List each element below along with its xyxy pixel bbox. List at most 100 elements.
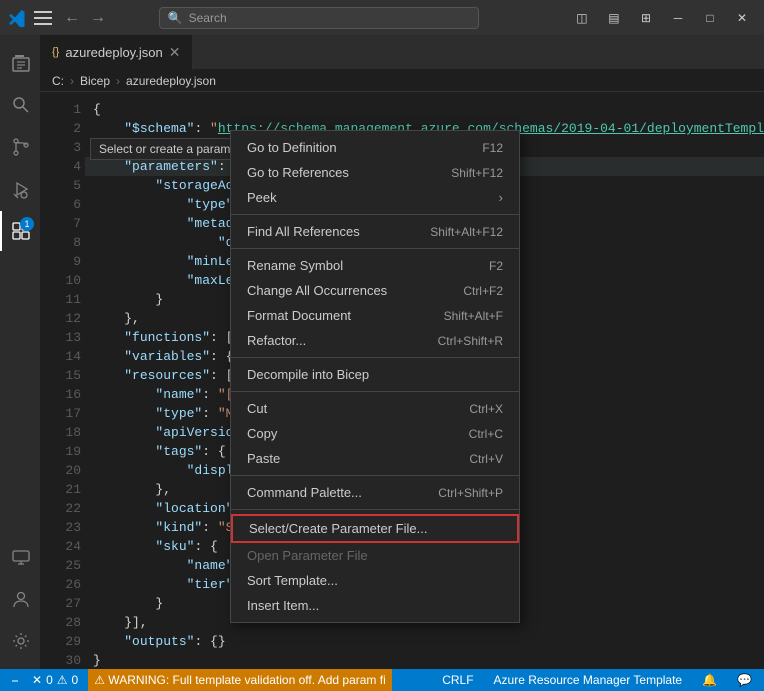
menu-divider-1 [231, 214, 519, 215]
menu-goto-definition[interactable]: Go to Definition F12 [231, 135, 519, 160]
sidebar-item-run-debug[interactable] [0, 169, 40, 209]
search-text: Search [189, 11, 227, 25]
breadcrumb-part-c[interactable]: C: [52, 74, 64, 88]
menu-label: Decompile into Bicep [247, 367, 369, 382]
sidebar-item-accounts[interactable] [0, 579, 40, 619]
menu-label: Command Palette... [247, 485, 362, 500]
menu-divider-5 [231, 475, 519, 476]
sidebar-item-extensions[interactable]: 1 [0, 211, 40, 251]
menu-shortcut: F12 [482, 141, 503, 155]
nav-arrows: ← → [60, 6, 110, 30]
status-bell[interactable]: 🔔 [698, 673, 721, 687]
code-line-1: { [85, 100, 764, 119]
menu-peek[interactable]: Peek › [231, 185, 519, 210]
tab-bar: {} azuredeploy.json ✕ ⋇ ··· [40, 35, 764, 70]
menu-label: Refactor... [247, 333, 306, 348]
menu-insert-item[interactable]: Insert Item... [231, 593, 519, 618]
sidebar-item-source-control[interactable] [0, 127, 40, 167]
menu-label: Sort Template... [247, 573, 338, 588]
menu-divider-4 [231, 391, 519, 392]
menu-select-create-param-file[interactable]: Select/Create Parameter File... [231, 514, 519, 543]
status-chat[interactable]: 💬 [733, 673, 756, 687]
submenu-arrow: › [499, 190, 503, 205]
menu-cut[interactable]: Cut Ctrl+X [231, 396, 519, 421]
sidebar-item-search[interactable] [0, 85, 40, 125]
context-menu: Go to Definition F12 Go to References Sh… [230, 130, 520, 623]
menu-label: Copy [247, 426, 277, 441]
layout-btn-2[interactable]: ▤ [600, 7, 628, 29]
search-icon: 🔍 [168, 11, 183, 25]
line-numbers: 12345 678910 1112131415 1617181920 21222… [40, 92, 85, 669]
status-line-ending[interactable]: CRLF [438, 673, 477, 687]
menu-shortcut: Shift+Alt+F12 [430, 225, 503, 239]
chat-icon: 💬 [737, 673, 752, 687]
menu-refactor[interactable]: Refactor... Ctrl+Shift+R [231, 328, 519, 353]
language-label: Azure Resource Manager Template [494, 673, 683, 687]
status-bar-right: CRLF Azure Resource Manager Template 🔔 💬 [438, 673, 756, 687]
back-button[interactable]: ← [60, 6, 84, 30]
error-icon: ✕ [32, 673, 42, 687]
status-errors[interactable]: ✕ 0 ⚠ 0 [28, 673, 82, 687]
menu-label: Rename Symbol [247, 258, 343, 273]
menu-divider-2 [231, 248, 519, 249]
menu-shortcut: Shift+F12 [451, 166, 503, 180]
menu-label: Open Parameter File [247, 548, 368, 563]
bell-icon: 🔔 [702, 673, 717, 687]
menu-shortcut: Ctrl+F2 [463, 284, 503, 298]
tab-azuredeploy[interactable]: {} azuredeploy.json ✕ [40, 35, 193, 70]
menu-label: Cut [247, 401, 267, 416]
error-count: 0 [46, 673, 53, 687]
menu-label: Format Document [247, 308, 351, 323]
menu-format-document[interactable]: Format Document Shift+Alt+F [231, 303, 519, 328]
menu-rename-symbol[interactable]: Rename Symbol F2 [231, 253, 519, 278]
tab-label: azuredeploy.json [65, 45, 162, 60]
menu-divider-3 [231, 357, 519, 358]
line-ending-label: CRLF [442, 673, 473, 687]
breadcrumb-part-file[interactable]: azuredeploy.json [126, 74, 216, 88]
menu-label: Go to Definition [247, 140, 337, 155]
status-language[interactable]: Azure Resource Manager Template [490, 673, 687, 687]
menu-command-palette[interactable]: Command Palette... Ctrl+Shift+P [231, 480, 519, 505]
status-branch[interactable]: ⎯ [8, 673, 22, 688]
menu-find-all-refs[interactable]: Find All References Shift+Alt+F12 [231, 219, 519, 244]
status-warning-text[interactable]: ⚠ WARNING: Full template validation off.… [88, 669, 392, 691]
forward-button[interactable]: → [86, 6, 110, 30]
menu-shortcut: Ctrl+X [469, 402, 503, 416]
menu-shortcut: F2 [489, 259, 503, 273]
search-bar[interactable]: 🔍 Search [159, 7, 479, 29]
branch-icon: ⎯ [12, 673, 18, 688]
sidebar-item-remote[interactable] [0, 537, 40, 577]
title-bar: ← → 🔍 Search ◫ ▤ ⊞ ─ □ ✕ [0, 0, 764, 35]
menu-change-all-occurrences[interactable]: Change All Occurrences Ctrl+F2 [231, 278, 519, 303]
hamburger-menu[interactable] [34, 11, 52, 25]
menu-goto-references[interactable]: Go to References Shift+F12 [231, 160, 519, 185]
breadcrumb-part-bicep[interactable]: Bicep [80, 74, 110, 88]
menu-divider-6 [231, 509, 519, 510]
sidebar-item-settings[interactable] [0, 621, 40, 661]
status-bar: ⎯ ✕ 0 ⚠ 0 ⚠ WARNING: Full template valid… [0, 669, 764, 691]
vscode-logo [8, 9, 26, 27]
editor-area: {} azuredeploy.json ✕ ⋇ ··· C: › Bicep ›… [40, 35, 764, 669]
menu-label: Find All References [247, 224, 360, 239]
maximize-button[interactable]: □ [696, 7, 724, 29]
title-bar-right: ◫ ▤ ⊞ ─ □ ✕ [568, 7, 756, 29]
menu-sort-template[interactable]: Sort Template... [231, 568, 519, 593]
menu-decompile-bicep[interactable]: Decompile into Bicep [231, 362, 519, 387]
menu-label: Peek [247, 190, 277, 205]
menu-label: Insert Item... [247, 598, 319, 613]
menu-copy[interactable]: Copy Ctrl+C [231, 421, 519, 446]
minimize-button[interactable]: ─ [664, 7, 692, 29]
app-body: 1 [0, 35, 764, 669]
tab-close-button[interactable]: ✕ [169, 44, 181, 61]
warning-icon: ⚠ [57, 673, 68, 687]
layout-btn-1[interactable]: ◫ [568, 7, 596, 29]
menu-paste[interactable]: Paste Ctrl+V [231, 446, 519, 471]
status-bar-left: ⎯ ✕ 0 ⚠ 0 ⚠ WARNING: Full template valid… [8, 669, 392, 691]
sidebar-item-explorer[interactable] [0, 43, 40, 83]
title-bar-left: ← → [8, 6, 110, 30]
tab-file-icon: {} [52, 46, 59, 58]
menu-label: Paste [247, 451, 280, 466]
warning-count: 0 [72, 673, 79, 687]
layout-btn-3[interactable]: ⊞ [632, 7, 660, 29]
close-button[interactable]: ✕ [728, 7, 756, 29]
